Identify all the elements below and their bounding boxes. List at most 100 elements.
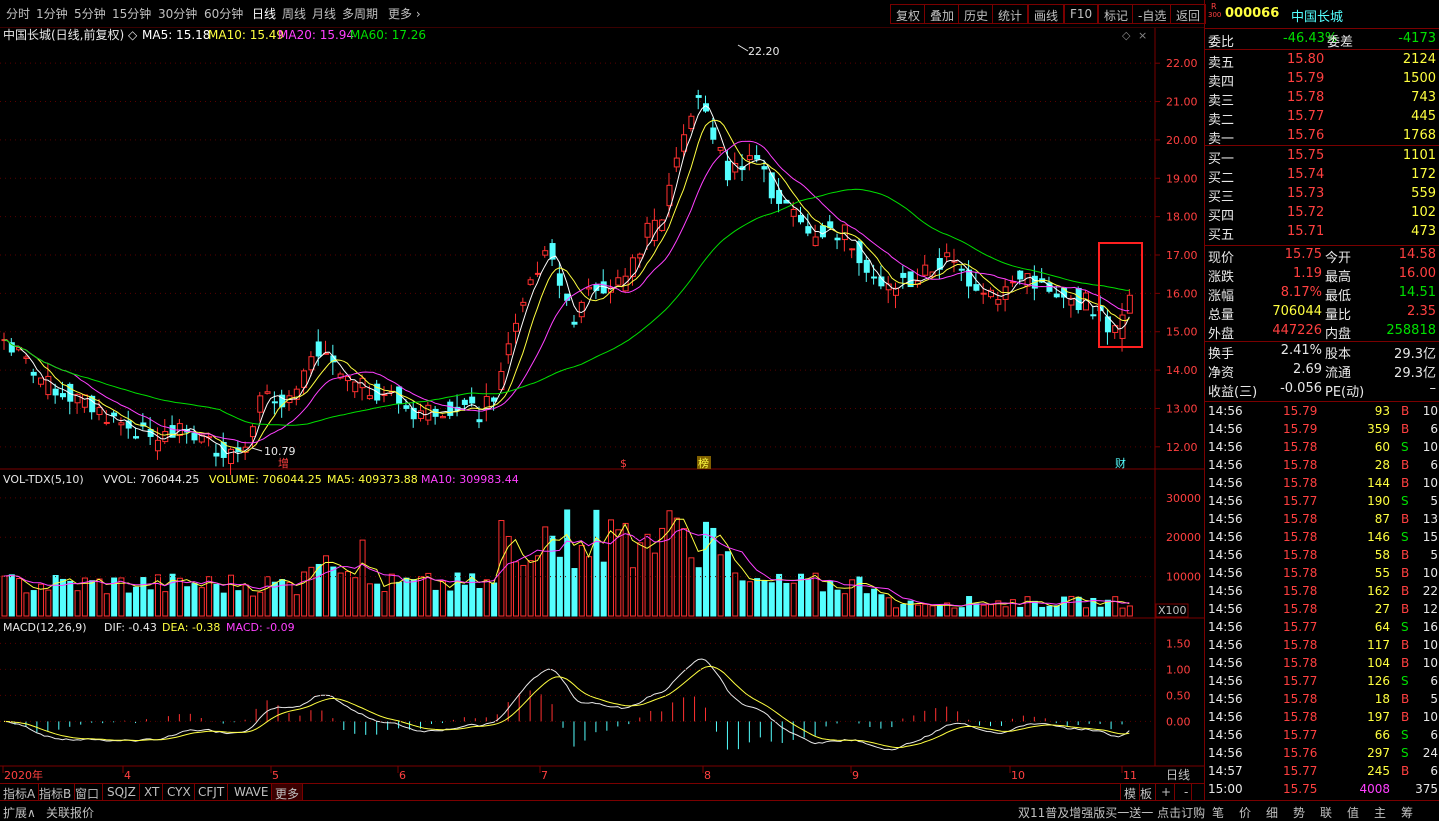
zoom-out-button[interactable]: - — [1181, 784, 1193, 801]
bottom-tab-2[interactable]: 细 — [1266, 804, 1278, 821]
period-5min[interactable]: 5分钟 — [74, 5, 106, 22]
marker-zeng[interactable]: 增 — [278, 456, 289, 470]
volume-bar — [885, 597, 892, 617]
tick-direction: S — [1401, 728, 1409, 742]
candle-body — [798, 214, 805, 223]
marker-bang[interactable]: 榜 — [698, 456, 709, 470]
period-daily[interactable]: 日线 — [252, 5, 276, 22]
template-button-2[interactable]: 板 — [1137, 784, 1157, 801]
tick-time: 15:00 — [1208, 782, 1243, 796]
volume-bar — [637, 542, 644, 617]
tab-cfjt[interactable]: CFJT — [195, 784, 229, 801]
volume-bar — [388, 573, 395, 617]
tick-volume: 28 — [1374, 458, 1390, 472]
volume-bar — [396, 581, 403, 617]
volume-bar — [790, 582, 797, 617]
quote-label: 量比 — [1325, 308, 1352, 323]
ask-price: 15.79 — [1287, 71, 1325, 86]
bid-price: 15.75 — [1287, 148, 1325, 163]
fundamental-row: 收益(三) -0.056 PE(动) – — [1205, 381, 1439, 400]
period-15min[interactable]: 15分钟 — [112, 5, 151, 22]
tick-row: 14:56 15.79 359 B 6 — [1205, 422, 1439, 440]
volume-bar — [45, 589, 52, 617]
volume-bar — [1024, 596, 1031, 617]
volume-bar — [1002, 606, 1009, 617]
marker-cai[interactable]: 财 — [1115, 456, 1126, 470]
tick-count: 22 — [1422, 584, 1438, 598]
bottom-tab-6[interactable]: 主 — [1374, 804, 1386, 821]
stock-name[interactable]: 中国长城 — [1291, 6, 1343, 25]
bottom-tab-5[interactable]: 值 — [1347, 804, 1359, 821]
remove-watchlist-button[interactable]: -自选 — [1132, 4, 1173, 24]
collapse-icon[interactable]: ◇ — [128, 28, 138, 42]
volume-bar — [783, 582, 790, 617]
fund-value: -0.056 — [1280, 381, 1322, 396]
volume-bar — [922, 603, 929, 617]
candle-body — [1061, 287, 1068, 298]
bottom-tab-3[interactable]: 势 — [1293, 804, 1305, 821]
volume-bar — [980, 604, 987, 617]
period-more[interactable]: 更多 › — [388, 5, 421, 22]
volume-bar — [228, 574, 235, 617]
tab-cyx[interactable]: CYX — [164, 784, 195, 801]
ask-label: 卖一 — [1208, 132, 1235, 147]
related-quotes-button[interactable]: 关联报价 — [46, 804, 94, 821]
candle-body — [973, 284, 980, 291]
tick-volume: 55 — [1374, 566, 1390, 580]
overlay-button[interactable]: 叠加 — [924, 4, 961, 24]
zoom-in-button[interactable]: + — [1158, 784, 1176, 801]
bottom-tab-7[interactable]: 筹 — [1401, 804, 1413, 821]
promo-link[interactable]: 双11普及增强版买一送一 点击订购 — [1018, 804, 1205, 821]
candle-body — [1053, 293, 1060, 298]
tab-indicator-a[interactable]: 指标A — [0, 784, 40, 801]
period-30min[interactable]: 30分钟 — [158, 5, 197, 22]
fuquan-button[interactable]: 复权 — [890, 4, 927, 24]
tab-more[interactable]: 更多 — [272, 784, 304, 801]
tab-sqjz[interactable]: SQJZ — [104, 784, 140, 801]
price-tick-label: 20.00 — [1166, 134, 1198, 147]
volume-title: VOL-TDX(5,10) — [3, 473, 84, 486]
volume-unit: X100 — [1158, 604, 1187, 617]
bottom-tab-1[interactable]: 价 — [1239, 804, 1251, 821]
volume-bar — [133, 586, 140, 617]
draw-line-button[interactable]: 画线 — [1028, 4, 1065, 24]
mark-button[interactable]: 标记 — [1098, 4, 1135, 24]
fund-value: 29.3亿 — [1394, 366, 1436, 381]
candle-body — [45, 375, 52, 396]
vol-ma10-value: MA10: 309983.44 — [421, 473, 519, 486]
marker-dollar[interactable]: $ — [620, 457, 627, 470]
tick-volume: 297 — [1367, 746, 1390, 760]
stock-chart[interactable]: 22.00 21.00 20.00 19.00 18.00 17.00 16.00 15.00… — [0, 28, 1204, 790]
period-multi[interactable]: 多周期 — [342, 5, 378, 22]
volume-bar — [1083, 607, 1090, 617]
close-icon[interactable]: × — [1138, 29, 1147, 42]
history-button[interactable]: 历史 — [958, 4, 995, 24]
volume-bar — [907, 600, 914, 617]
stats-button[interactable]: 统计 — [992, 4, 1029, 24]
volume-bar — [374, 583, 381, 617]
quote-value: 447226 — [1272, 323, 1322, 338]
period-weekly[interactable]: 周线 — [282, 5, 306, 22]
tab-indicator-b[interactable]: 指标B — [36, 784, 76, 801]
tab-wave[interactable]: WAVE — [231, 784, 273, 801]
tick-price: 15.78 — [1283, 476, 1318, 490]
fundamental-row: 净资 2.69 流通 29.3亿 — [1205, 362, 1439, 381]
price-tick-label: 22.00 — [1166, 57, 1198, 70]
expand-button[interactable]: 扩展∧ — [3, 804, 36, 821]
f10-button[interactable]: F10 — [1064, 4, 1099, 24]
period-60min[interactable]: 60分钟 — [204, 5, 243, 22]
diamond-icon[interactable]: ◇ — [1122, 29, 1131, 42]
bid-label: 买五 — [1208, 228, 1235, 243]
tab-window[interactable]: 窗口 — [72, 784, 104, 801]
tick-price: 15.77 — [1283, 674, 1318, 688]
quote-row: 涨幅 8.17% 最低 14.51 — [1205, 285, 1439, 304]
candle-body — [527, 279, 534, 285]
tab-xt[interactable]: XT — [141, 784, 164, 801]
back-button[interactable]: 返回 — [1170, 4, 1207, 24]
bottom-tab-0[interactable]: 笔 — [1212, 804, 1224, 821]
tick-price: 15.76 — [1283, 746, 1318, 760]
period-monthly[interactable]: 月线 — [312, 5, 336, 22]
bottom-tab-4[interactable]: 联 — [1320, 804, 1332, 821]
period-1min[interactable]: 1分钟 — [36, 5, 68, 22]
period-fenshi[interactable]: 分时 — [6, 5, 30, 22]
